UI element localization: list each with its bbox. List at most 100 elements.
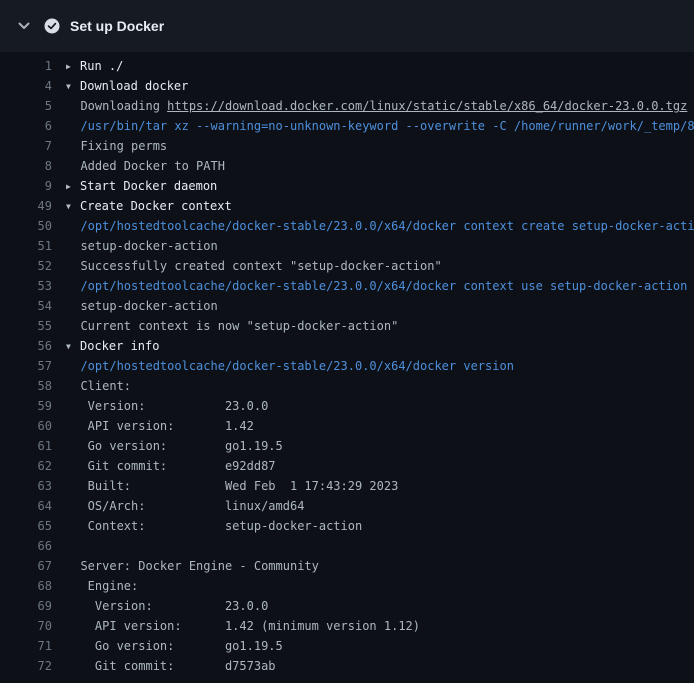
line-number[interactable]: 62 [0,456,52,476]
line-number[interactable]: 70 [0,616,52,636]
step-title: Set up Docker [70,18,164,34]
line-number[interactable]: 63 [0,476,52,496]
log-line: 8 Added Docker to PATH [0,156,694,176]
line-number[interactable]: 55 [0,316,52,336]
line-number[interactable]: 7 [0,136,52,156]
log-line: 62 Git commit: e92dd87 [0,456,694,476]
log-text: API version: 1.42 (minimum version 1.12) [52,616,694,636]
log-text: OS/Arch: linux/amd64 [52,496,694,516]
line-number[interactable]: 60 [0,416,52,436]
log-text: Go version: go1.19.5 [52,436,694,456]
log-group-toggle[interactable]: ▼Create Docker context [52,196,694,216]
log-line: 67 Server: Docker Engine - Community [0,556,694,576]
triangle-right-icon: ▶ [66,177,80,196]
line-number[interactable]: 56 [0,336,52,356]
log-line: 58 Client: [0,376,694,396]
line-number[interactable]: 1 [0,56,52,76]
log-line: 61 Go version: go1.19.5 [0,436,694,456]
log-group-toggle[interactable]: ▼Docker info [52,336,694,356]
log-text [52,536,694,556]
log-line: 1▶Run ./ [0,56,694,76]
line-number[interactable]: 57 [0,356,52,376]
line-number[interactable]: 59 [0,396,52,416]
log-text: Client: [52,376,694,396]
line-number[interactable]: 51 [0,236,52,256]
log-text: setup-docker-action [52,296,694,316]
log-line: 59 Version: 23.0.0 [0,396,694,416]
line-number[interactable]: 54 [0,296,52,316]
log-line: 50 /opt/hostedtoolcache/docker-stable/23… [0,216,694,236]
log-line: 7 Fixing perms [0,136,694,156]
log-text: Built: Wed Feb 1 17:43:29 2023 [52,476,694,496]
triangle-down-icon: ▼ [66,197,80,216]
log-text: Added Docker to PATH [52,156,694,176]
log-group-toggle[interactable]: ▼Download docker [52,76,694,96]
log-line: 55 Current context is now "setup-docker-… [0,316,694,336]
log-group-toggle[interactable]: ▶Start Docker daemon [52,176,694,196]
log-text: Engine: [52,576,694,596]
line-number[interactable]: 6 [0,116,52,136]
log-text: Git commit: d7573ab [52,656,694,676]
log-line: 68 Engine: [0,576,694,596]
line-number[interactable]: 61 [0,436,52,456]
log-line: 72 Git commit: d7573ab [0,656,694,676]
line-number[interactable]: 68 [0,576,52,596]
line-number[interactable]: 50 [0,216,52,236]
log-text: Version: 23.0.0 [52,396,694,416]
line-number[interactable]: 69 [0,596,52,616]
line-number[interactable]: 5 [0,96,52,116]
log-line: 57 /opt/hostedtoolcache/docker-stable/23… [0,356,694,376]
log-text: Fixing perms [52,136,694,156]
log-command-text: /opt/hostedtoolcache/docker-stable/23.0.… [52,276,694,296]
log-text: Server: Docker Engine - Community [52,556,694,576]
log-line: 49▼Create Docker context [0,196,694,216]
line-number[interactable]: 66 [0,536,52,556]
check-circle-icon [44,18,60,34]
log-group-toggle[interactable]: ▶Run ./ [52,56,694,76]
triangle-down-icon: ▼ [66,77,80,96]
log-text: setup-docker-action [52,236,694,256]
download-url-link[interactable]: https://download.docker.com/linux/static… [167,99,687,113]
log-line: 63 Built: Wed Feb 1 17:43:29 2023 [0,476,694,496]
log-line: 64 OS/Arch: linux/amd64 [0,496,694,516]
line-number[interactable]: 65 [0,516,52,536]
log-text: Git commit: e92dd87 [52,456,694,476]
triangle-down-icon: ▼ [66,337,80,356]
log-line: 71 Go version: go1.19.5 [0,636,694,656]
log-command-text: /usr/bin/tar xz --warning=no-unknown-key… [52,116,694,136]
log-line: 60 API version: 1.42 [0,416,694,436]
chevron-down-icon[interactable] [16,18,32,34]
line-number[interactable]: 71 [0,636,52,656]
log-line: 56▼Docker info [0,336,694,356]
line-number[interactable]: 67 [0,556,52,576]
line-number[interactable]: 53 [0,276,52,296]
log-line: 9▶Start Docker daemon [0,176,694,196]
log-text: Successfully created context "setup-dock… [52,256,694,276]
line-number[interactable]: 8 [0,156,52,176]
log-text: Version: 23.0.0 [52,596,694,616]
log-line: 51 setup-docker-action [0,236,694,256]
log-line: 4▼Download docker [0,76,694,96]
line-number[interactable]: 9 [0,176,52,196]
log-line: 6 /usr/bin/tar xz --warning=no-unknown-k… [0,116,694,136]
line-number[interactable]: 4 [0,76,52,96]
step-header[interactable]: Set up Docker [0,0,694,52]
log-line: 53 /opt/hostedtoolcache/docker-stable/23… [0,276,694,296]
log-line: 5 Downloading https://download.docker.co… [0,96,694,116]
line-number[interactable]: 72 [0,656,52,676]
log-line: 52 Successfully created context "setup-d… [0,256,694,276]
log-text: Current context is now "setup-docker-act… [52,316,694,336]
log-line: 65 Context: setup-docker-action [0,516,694,536]
line-number[interactable]: 49 [0,196,52,216]
log-line: 69 Version: 23.0.0 [0,596,694,616]
log-text: API version: 1.42 [52,416,694,436]
log-text: Downloading https://download.docker.com/… [52,96,694,116]
log-body: 1▶Run ./4▼Download docker5 Downloading h… [0,52,694,676]
log-command-text: /opt/hostedtoolcache/docker-stable/23.0.… [52,216,694,236]
line-number[interactable]: 52 [0,256,52,276]
line-number[interactable]: 64 [0,496,52,516]
line-number[interactable]: 58 [0,376,52,396]
log-line: 70 API version: 1.42 (minimum version 1.… [0,616,694,636]
log-line: 66 [0,536,694,556]
triangle-right-icon: ▶ [66,57,80,76]
